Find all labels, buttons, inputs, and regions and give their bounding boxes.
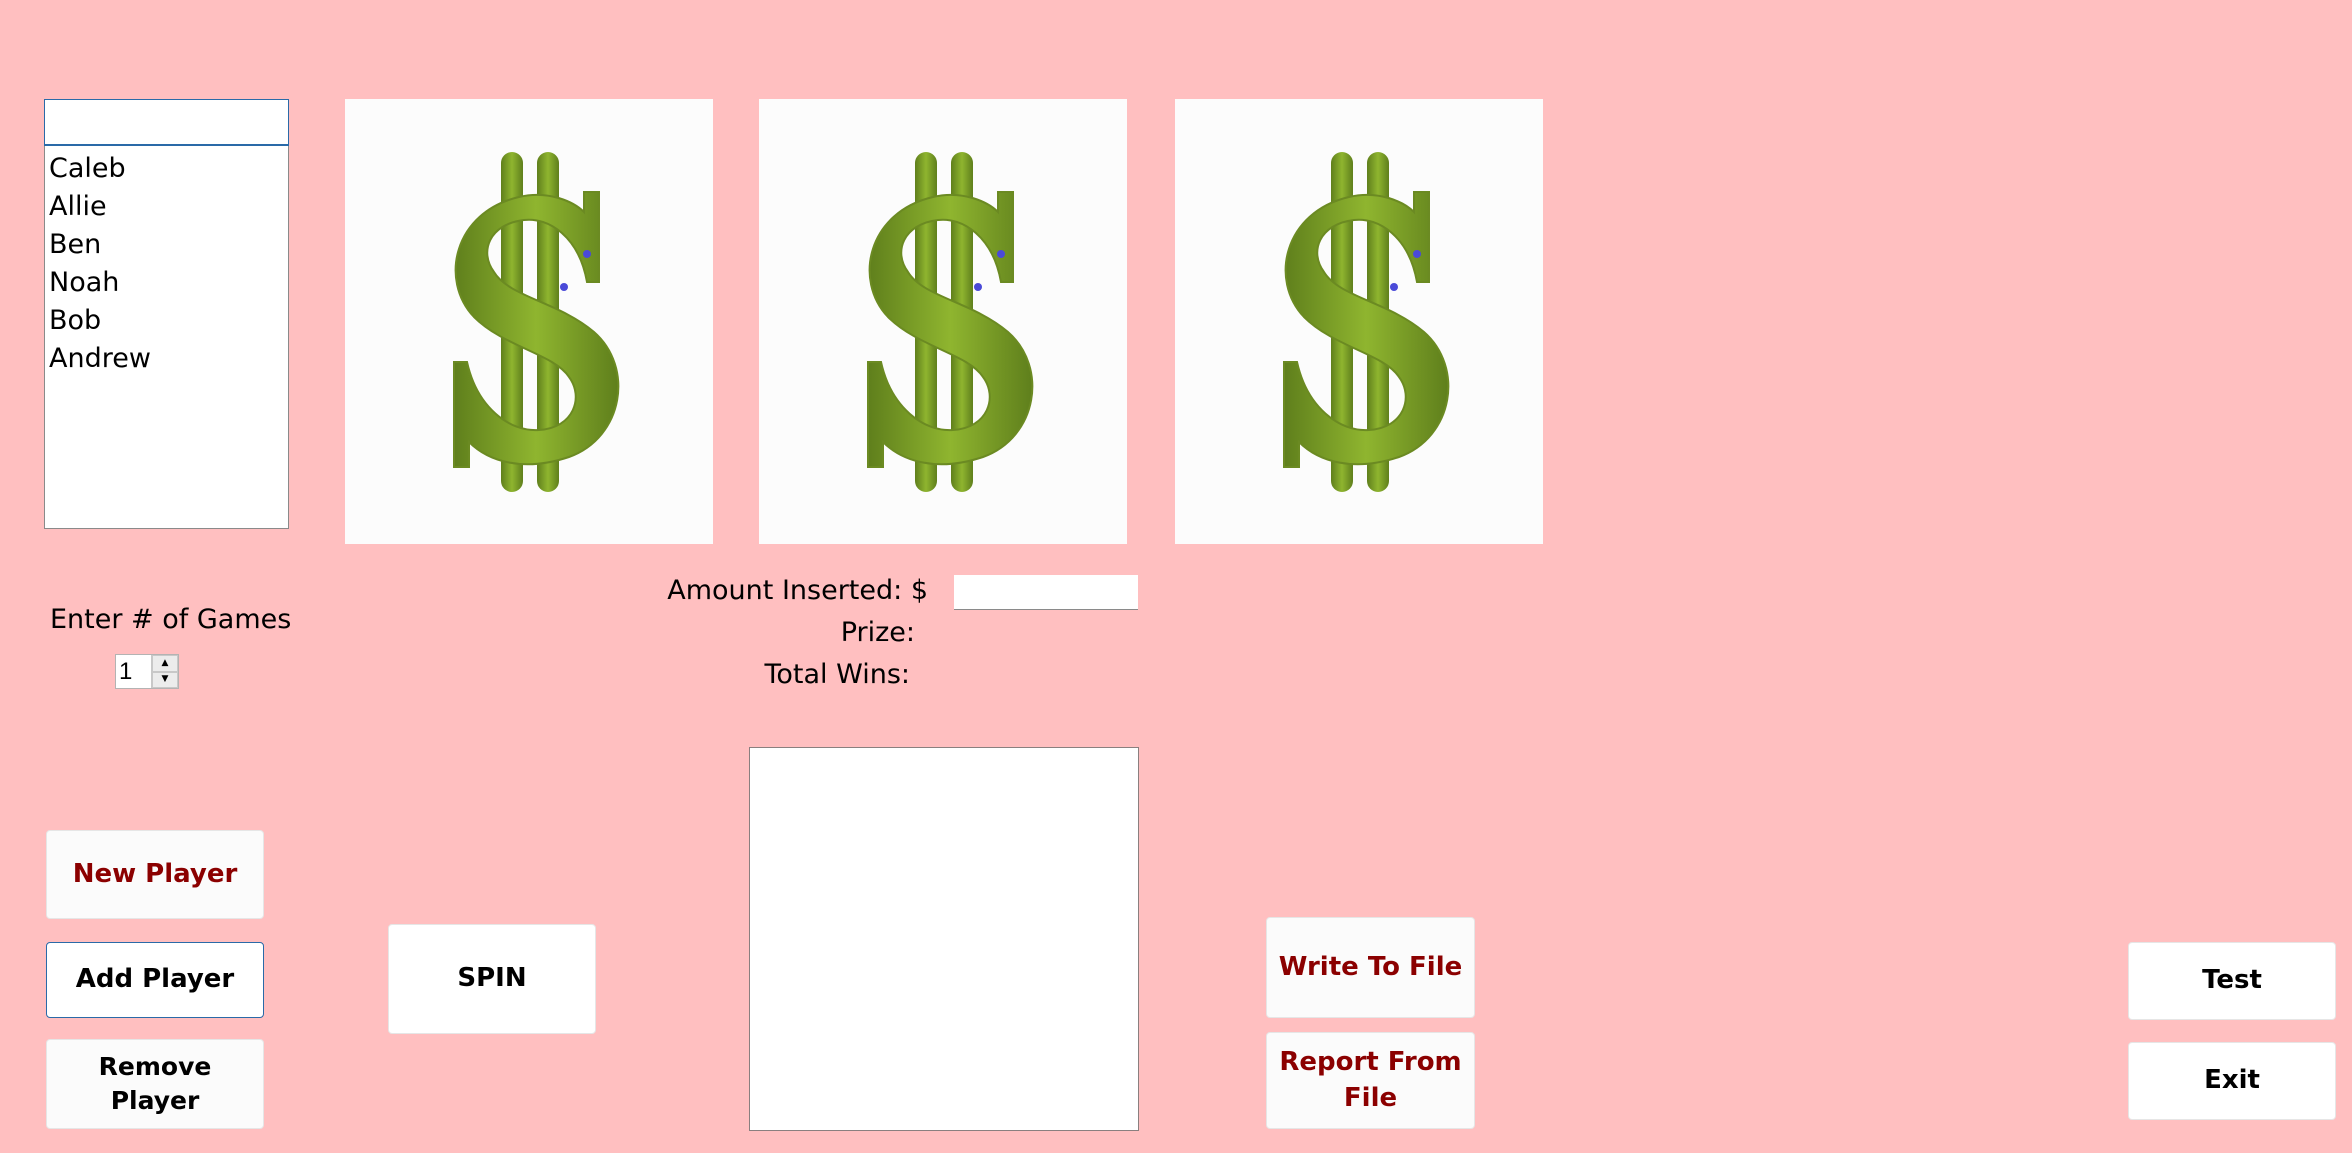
exit-button[interactable]: Exit <box>2128 1042 2336 1120</box>
dollar-sign-icon <box>453 151 620 492</box>
report-from-file-button[interactable]: Report From File <box>1266 1032 1475 1129</box>
add-player-button[interactable]: Add Player <box>46 942 264 1018</box>
spin-button[interactable]: SPIN <box>388 924 596 1034</box>
triangle-up-icon: ▲ <box>161 657 169 668</box>
total-wins-label: Total Wins: <box>764 659 910 690</box>
games-count-input[interactable] <box>116 655 151 688</box>
prize-label: Prize: <box>840 617 915 648</box>
new-player-button[interactable]: New Player <box>46 830 264 919</box>
player-list-item[interactable]: Noah <box>49 264 288 302</box>
player-list-item[interactable]: Ben <box>49 226 288 264</box>
amount-inserted-input[interactable] <box>954 575 1138 610</box>
player-name-input[interactable] <box>44 99 289 146</box>
player-list-item[interactable]: Caleb <box>49 150 288 188</box>
stepper-up-button[interactable]: ▲ <box>152 655 178 672</box>
slot-reel-3 <box>1175 99 1543 544</box>
slot-reel-2 <box>759 99 1127 544</box>
amount-inserted-label: Amount Inserted: $ <box>667 575 928 606</box>
write-to-file-button[interactable]: Write To File <box>1266 917 1475 1018</box>
slot-reel-1 <box>345 99 713 544</box>
dollar-sign-icon <box>1283 151 1450 492</box>
triangle-down-icon: ▼ <box>161 674 169 685</box>
player-list-item[interactable]: Andrew <box>49 340 288 378</box>
remove-player-button[interactable]: Remove Player <box>46 1039 264 1129</box>
player-list-item[interactable]: Allie <box>49 188 288 226</box>
player-listbox[interactable]: Caleb Allie Ben Noah Bob Andrew <box>44 146 289 529</box>
results-listbox[interactable] <box>749 747 1139 1131</box>
player-list-item[interactable]: Bob <box>49 302 288 340</box>
test-button[interactable]: Test <box>2128 942 2336 1020</box>
dollar-sign-icon <box>867 151 1034 492</box>
games-count-stepper[interactable]: ▲ ▼ <box>115 654 179 689</box>
games-count-label: Enter # of Games <box>50 604 292 635</box>
stepper-down-button[interactable]: ▼ <box>152 671 178 688</box>
